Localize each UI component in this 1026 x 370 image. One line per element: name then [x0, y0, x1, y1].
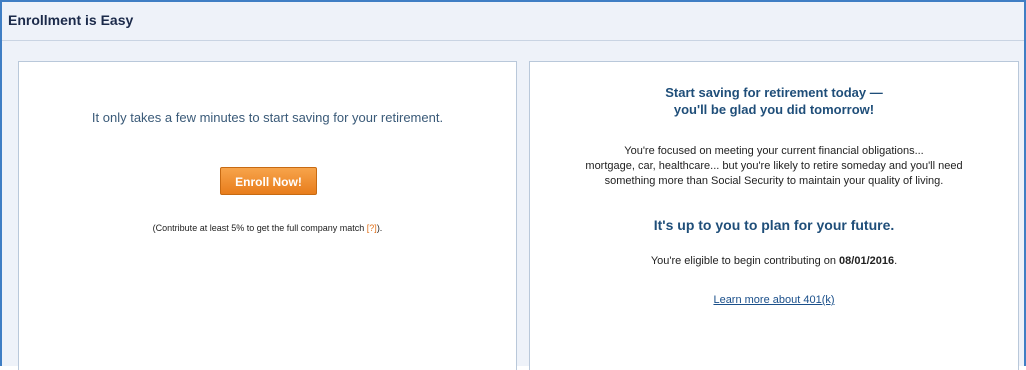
- info-panel: Start saving for retirement today — you'…: [529, 61, 1019, 370]
- eligibility-text: You're eligible to begin contributing on…: [530, 255, 1018, 267]
- learn-more-401k-link[interactable]: Learn more about 401(k): [713, 294, 834, 306]
- plan-headline: It's up to you to plan for your future.: [653, 217, 895, 233]
- body-text-line-2: mortgage, car, healthcare... but you're …: [585, 160, 963, 172]
- headline-line-2: you'll be glad you did tomorrow!: [673, 102, 875, 117]
- headline-line-1: Start saving for retirement today —: [665, 85, 883, 100]
- intro-text: It only takes a few minutes to start sav…: [91, 110, 444, 125]
- eligible-suffix: .: [894, 255, 898, 267]
- body-text-line-3: something more than Social Security to m…: [604, 175, 944, 187]
- match-note-prefix: (Contribute at least 5% to get the full …: [152, 223, 367, 233]
- body-text-line-1: You're focused on meeting your current f…: [624, 145, 924, 157]
- eligible-prefix: You're eligible to begin contributing on: [650, 255, 840, 267]
- enrollment-widget: Enrollment is Easy It only takes a few m…: [0, 0, 1026, 370]
- match-help-link[interactable]: [?]: [367, 223, 377, 233]
- enroll-now-button[interactable]: Enroll Now!: [220, 167, 317, 195]
- eligible-date: 08/01/2016: [839, 255, 895, 267]
- widget-title: Enrollment is Easy: [8, 12, 134, 28]
- learn-more-container: Learn more about 401(k): [530, 294, 1018, 306]
- widget-header: Enrollment is Easy: [2, 2, 1024, 41]
- company-match-note: (Contribute at least 5% to get the full …: [19, 223, 516, 233]
- enroll-panel: It only takes a few minutes to start sav…: [18, 61, 517, 370]
- match-note-suffix: ).: [376, 223, 383, 233]
